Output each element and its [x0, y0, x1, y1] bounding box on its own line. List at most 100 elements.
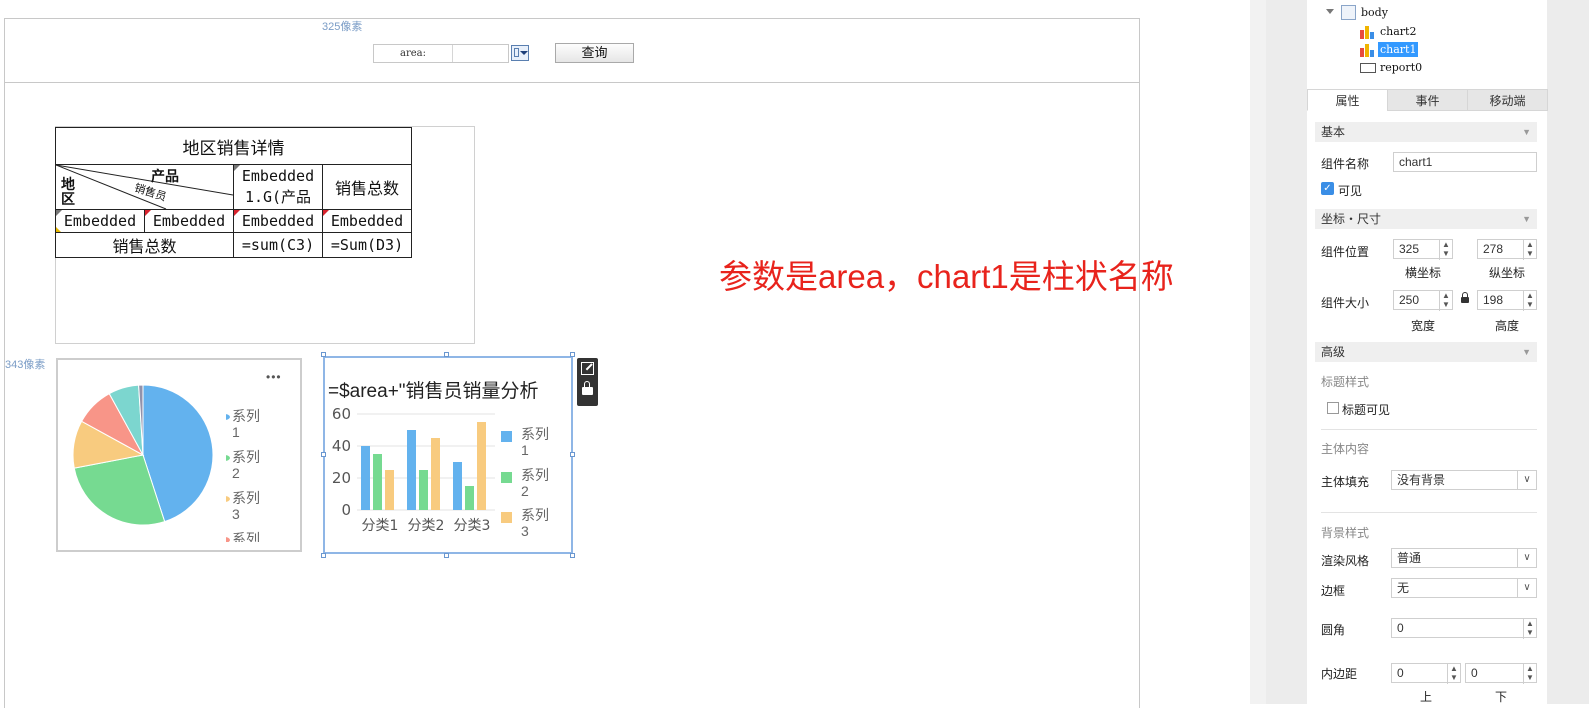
visible-label: 可见	[1338, 184, 1363, 198]
bar-1-3[interactable]	[453, 462, 462, 510]
render-select[interactable]: 普通 ∨	[1391, 548, 1537, 568]
name-input[interactable]: chart1	[1393, 152, 1537, 172]
stepper-icon[interactable]: ▲ ▼	[1447, 664, 1460, 684]
pie-legend-4-icon	[226, 537, 230, 542]
position-label: 组件位置	[1321, 245, 1370, 259]
bar-3-1[interactable]	[385, 470, 394, 510]
y-tick-label: 60	[332, 405, 351, 423]
unlock-icon[interactable]	[582, 381, 593, 395]
tree-item-body[interactable]: body	[1361, 6, 1388, 19]
body-fill-label: 主体填充	[1321, 475, 1370, 489]
title-visible-checkbox[interactable]	[1327, 402, 1339, 414]
radius-label: 圆角	[1321, 623, 1346, 637]
bar-3-2[interactable]	[431, 438, 440, 510]
chart2-pie[interactable]: ••• 系列 1 系列 2 系列 3 系列	[56, 358, 302, 552]
pie-legend-3[interactable]: 系列 3	[232, 490, 260, 522]
bar-2-1[interactable]	[373, 454, 382, 510]
width-input[interactable]: 250 ▲ ▼	[1393, 290, 1453, 311]
bar-2-2[interactable]	[419, 470, 428, 510]
height-input[interactable]: 198 ▲ ▼	[1477, 290, 1537, 311]
tab-mobile[interactable]: 移动端	[1467, 89, 1548, 111]
tab-events[interactable]: 事件	[1387, 89, 1468, 111]
position-y-input[interactable]: 278 ▲ ▼	[1477, 239, 1537, 260]
tree-collapse-icon[interactable]	[1326, 9, 1334, 14]
padding-bottom-caption: 下	[1494, 690, 1507, 704]
bar-legend: 系列 1 系列 2 系列 3	[501, 426, 561, 546]
divider	[1321, 429, 1537, 430]
report-title[interactable]: 地区销售详情	[55, 127, 412, 165]
body-icon	[1341, 5, 1356, 20]
resize-handle-e[interactable]	[570, 452, 575, 457]
stepper-icon[interactable]: ▲ ▼	[1439, 240, 1452, 260]
chart1-bar[interactable]: =$area+"销售员销量分析 0 20 40 60 分类1 分类2 分类3 系列 1 系列…	[323, 356, 573, 554]
bg-style-heading: 背景样式	[1321, 526, 1370, 540]
sales-total-header[interactable]: 销售总数	[322, 164, 412, 210]
tree-item-chart2[interactable]: chart2	[1380, 25, 1416, 38]
stepper-icon[interactable]: ▲ ▼	[1523, 664, 1536, 684]
sales-report-table[interactable]: 地区销售详情 产品 销售员 地 区 Embedded 1.G(产品 销售总数 E…	[55, 127, 412, 258]
resize-handle-w[interactable]	[321, 452, 326, 457]
tab-properties[interactable]: 属性	[1307, 89, 1388, 111]
lock-icon[interactable]	[1461, 292, 1469, 303]
body-fill-select[interactable]: 没有背景 ∨	[1391, 470, 1537, 490]
edit-icon[interactable]	[581, 362, 594, 375]
visible-checkbox[interactable]: ✓	[1321, 182, 1334, 195]
cell-a3[interactable]: Embedded	[55, 209, 145, 233]
position-x-input[interactable]: 325 ▲ ▼	[1393, 239, 1453, 260]
diag-product-label: 产品	[151, 169, 179, 185]
tree-item-report0[interactable]: report0	[1380, 61, 1422, 74]
sum-c3-cell[interactable]: =sum(C3)	[233, 232, 323, 258]
total-label-cell[interactable]: 销售总数	[55, 232, 234, 258]
area-widget[interactable]: area:	[373, 44, 509, 63]
bar-2-3[interactable]	[465, 486, 474, 510]
width-caption: 宽度	[1410, 319, 1435, 333]
pie-legend-1[interactable]: 系列 1	[232, 408, 260, 440]
pie-legend-1-icon	[226, 414, 230, 420]
diag-region-label: 地 区	[61, 177, 75, 208]
stepper-icon[interactable]: ▲ ▼	[1523, 619, 1536, 639]
border-select[interactable]: 无 ∨	[1391, 578, 1537, 598]
position-y-value: 278	[1483, 242, 1504, 256]
bar-legend-3[interactable]: 系列 3	[521, 507, 549, 539]
section-advanced[interactable]: 高级 ▼	[1315, 342, 1537, 362]
stepper-icon[interactable]: ▲ ▼	[1439, 291, 1452, 311]
embedded-product-header[interactable]: Embedded 1.G(产品	[233, 164, 323, 210]
chart-icon	[1360, 43, 1374, 57]
pie-legend-2[interactable]: 系列 2	[232, 449, 260, 481]
diagonal-header-cell[interactable]: 产品 销售员 地 区	[55, 164, 234, 210]
area-input[interactable]	[454, 45, 508, 62]
padding-top-caption: 上	[1419, 690, 1432, 704]
tree-item-chart1[interactable]: chart1	[1378, 42, 1419, 57]
cell-c3[interactable]: Embedded	[233, 209, 323, 233]
pie-legend-4[interactable]: 系列	[232, 531, 260, 542]
cell-a3-text: Embedded	[63, 212, 137, 230]
bar-legend-2[interactable]: 系列 2	[521, 467, 549, 499]
resize-handle-se[interactable]	[570, 553, 575, 558]
resize-handle-ne[interactable]	[570, 352, 575, 357]
area-dropdown-icon[interactable]	[511, 45, 529, 61]
resize-handle-sw[interactable]	[321, 553, 326, 558]
title-visible-label: 标题可见	[1342, 403, 1391, 417]
position-x-value: 325	[1399, 242, 1420, 256]
stepper-icon[interactable]: ▲ ▼	[1523, 291, 1536, 311]
section-coord[interactable]: 坐标・尺寸 ▼	[1315, 209, 1537, 229]
padding-bottom-input[interactable]: 0 ▲ ▼	[1465, 663, 1537, 684]
chevron-down-icon: ∨	[1517, 579, 1536, 597]
bar-1-2[interactable]	[407, 430, 416, 510]
radius-input[interactable]: 0 ▲ ▼	[1391, 618, 1537, 639]
section-coord-label: 坐标・尺寸	[1321, 212, 1382, 226]
cell-b3[interactable]: Embedded	[144, 209, 234, 233]
section-basic[interactable]: 基本 ▼	[1315, 122, 1537, 142]
bar-legend-1[interactable]: 系列 1	[521, 426, 549, 458]
resize-handle-s[interactable]	[444, 553, 449, 558]
size-label: 组件大小	[1321, 296, 1370, 310]
resize-handle-n[interactable]	[444, 352, 449, 357]
cell-d3[interactable]: Embedded	[322, 209, 412, 233]
bar-3-3[interactable]	[477, 422, 486, 510]
padding-top-input[interactable]: 0 ▲ ▼	[1391, 663, 1461, 684]
bar-1-1[interactable]	[361, 446, 370, 510]
resize-handle-nw[interactable]	[321, 352, 326, 357]
query-button[interactable]: 查询	[555, 43, 634, 63]
stepper-icon[interactable]: ▲ ▼	[1523, 240, 1536, 260]
sum-d3-cell[interactable]: =Sum(D3)	[322, 232, 412, 258]
